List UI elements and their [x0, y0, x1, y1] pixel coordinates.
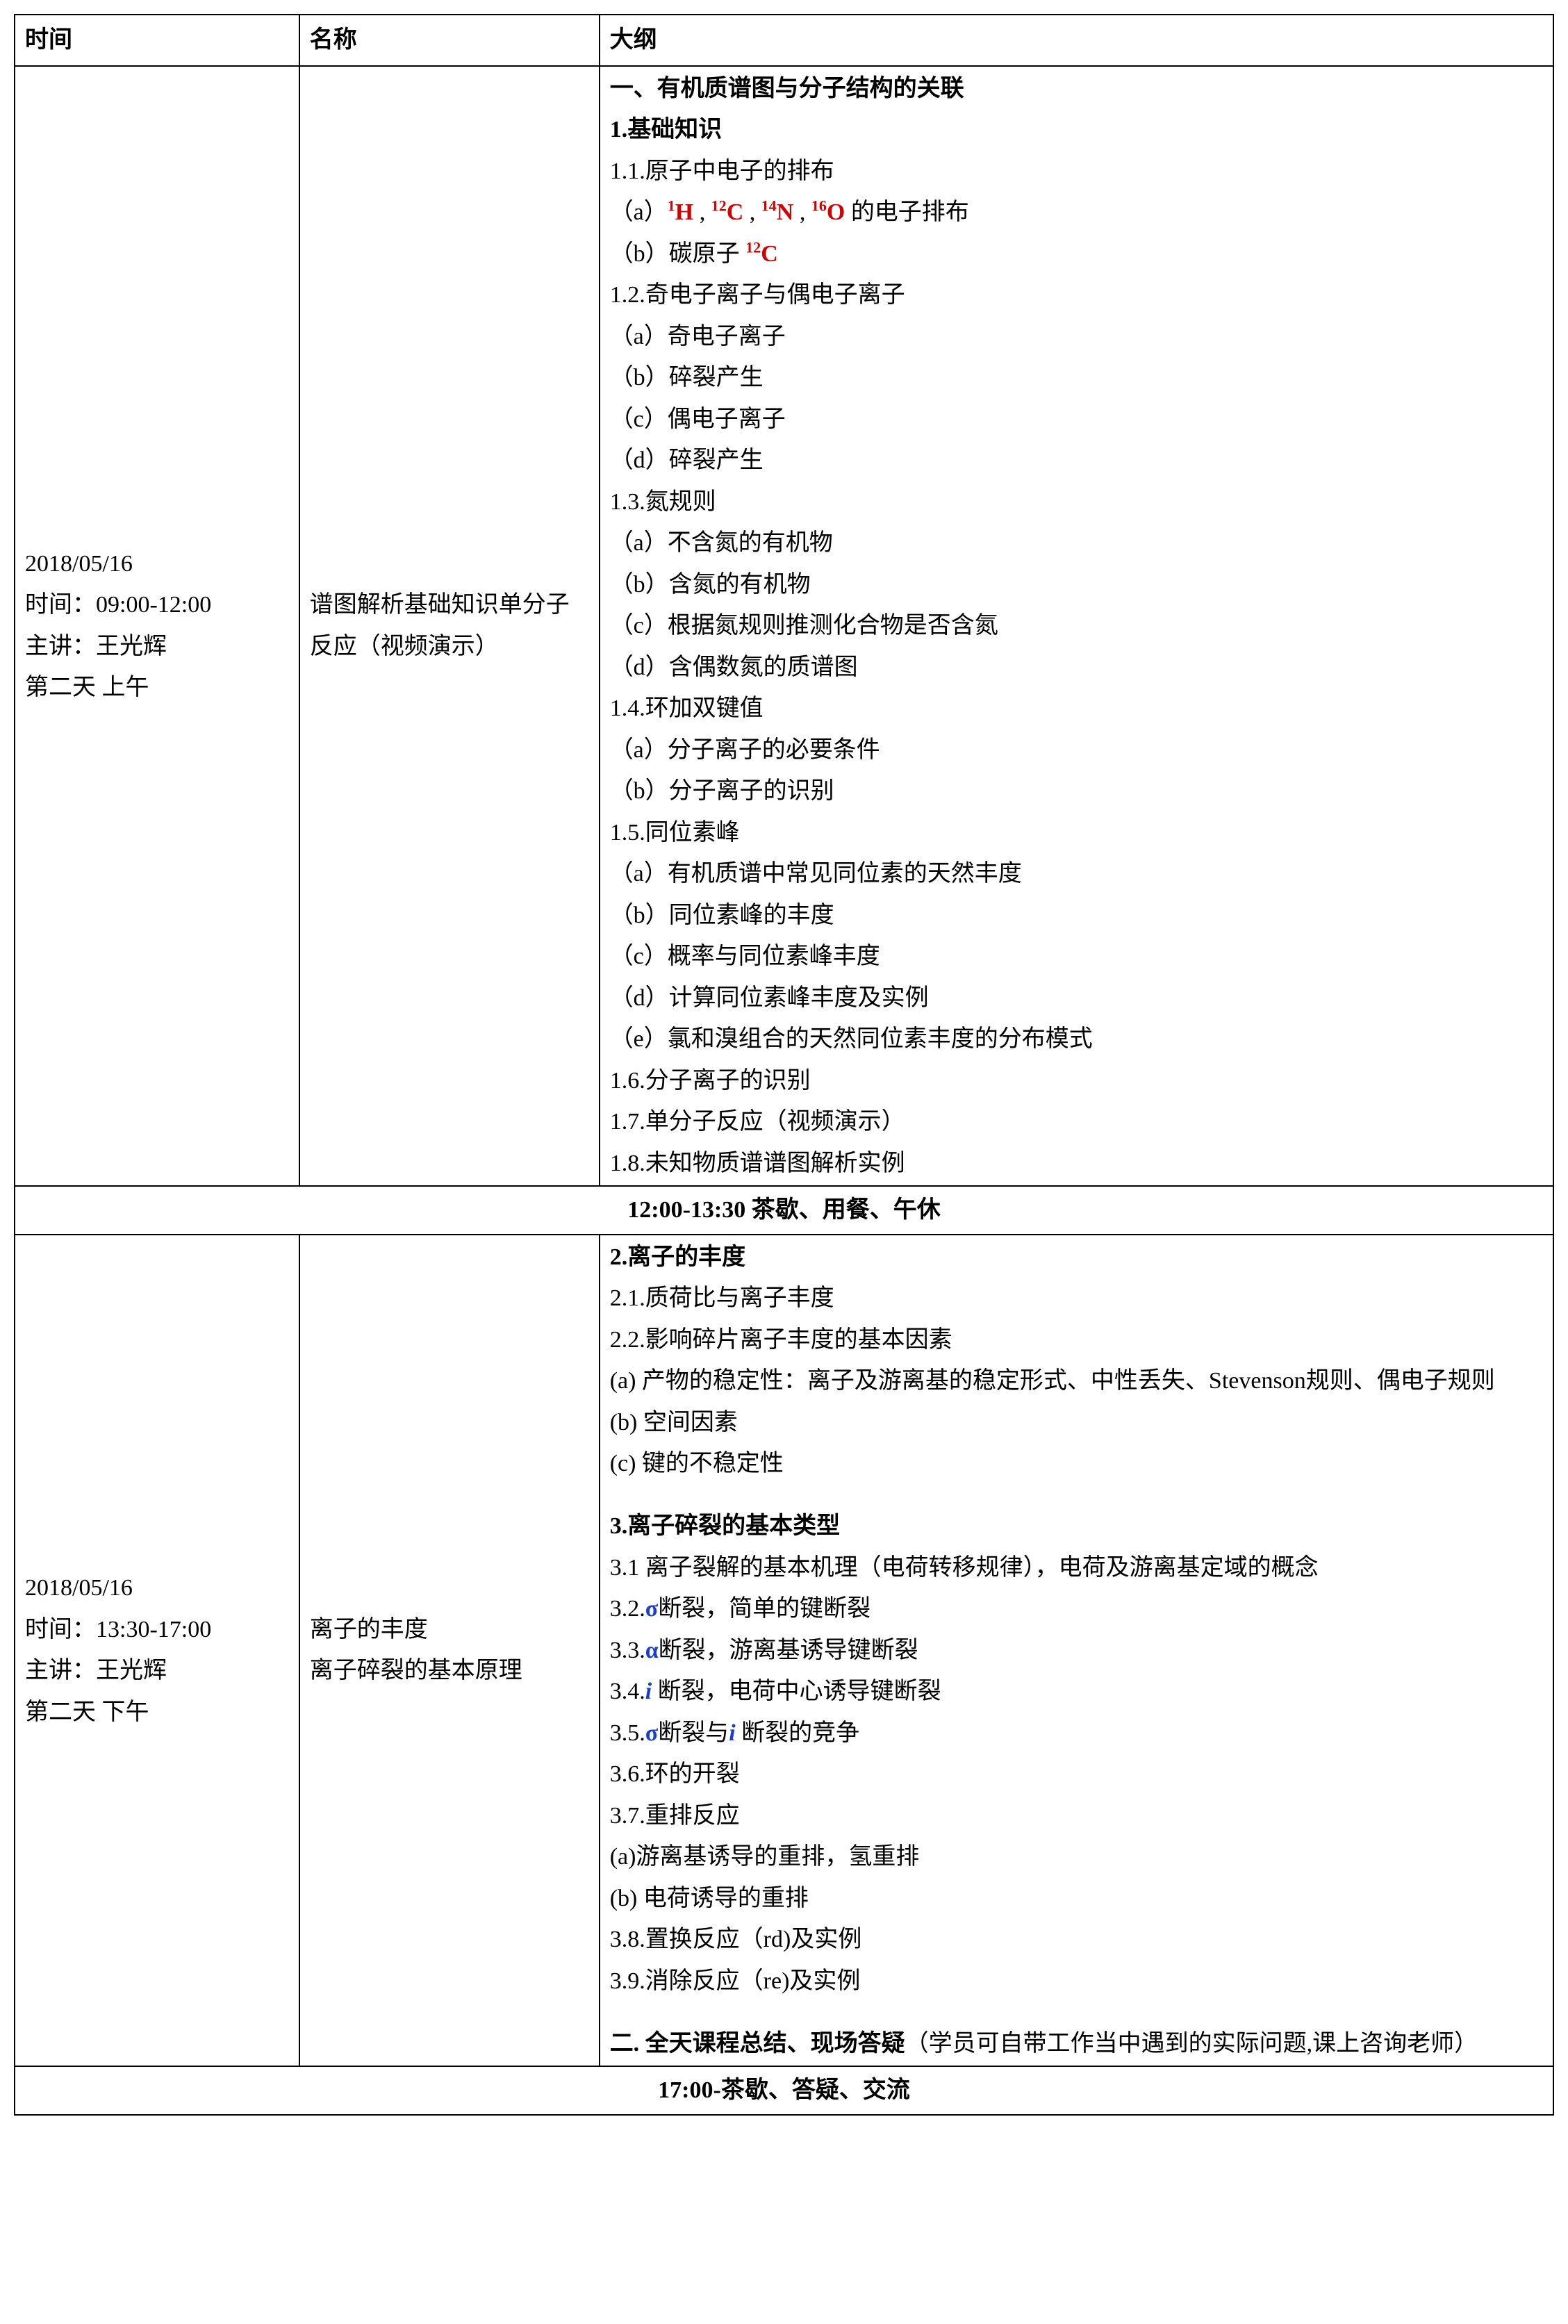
- isotope-c: 12C: [705, 199, 743, 225]
- header-time: 时间: [15, 15, 299, 66]
- isotope-o: 16O: [805, 199, 845, 225]
- outline-line: (a) 产物的稳定性：离子及游离基的稳定形式、中性丢失、Stevenson规则、…: [610, 1360, 1543, 1402]
- day-label: 第二天 上午: [25, 667, 289, 709]
- session-row-afternoon: 2018/05/16 时间：13:30-17:00 主讲：王光辉 第二天 下午 …: [15, 1235, 1553, 2067]
- outline-sec2: 2.离子的丰度: [610, 1237, 1543, 1278]
- outline-line: 3.3.α断裂，游离基诱导键断裂: [610, 1630, 1543, 1672]
- outline-line: 3.8.置换反应（rd)及实例: [610, 1919, 1543, 1961]
- day-label: 第二天 下午: [25, 1692, 289, 1733]
- header-outline: 大纲: [600, 15, 1553, 66]
- outline-line: 1.5.同位素峰: [610, 812, 1543, 854]
- i-symbol: i: [729, 1720, 735, 1746]
- outline-cell: 2.离子的丰度 2.1.质荷比与离子丰度 2.2.影响碎片离子丰度的基本因素 (…: [600, 1235, 1553, 2067]
- outline-line: 3.5.σ断裂与i 断裂的竞争: [610, 1713, 1543, 1754]
- isotope-h: 1H: [668, 199, 693, 225]
- speaker: 主讲：王光辉: [25, 626, 289, 668]
- time-slot: 时间：13:30-17:00: [25, 1609, 289, 1651]
- outline-line: 1.7.单分子反应（视频演示）: [610, 1101, 1543, 1143]
- break-row: 12:00-13:30 茶歇、用餐、午休: [15, 1186, 1553, 1235]
- session-row-morning: 2018/05/16 时间：09:00-12:00 主讲：王光辉 第二天 上午 …: [15, 66, 1553, 1187]
- outline-line: 3.2.σ断裂，简单的键断裂: [610, 1588, 1543, 1630]
- time-cell: 2018/05/16 时间：13:30-17:00 主讲：王光辉 第二天 下午: [15, 1235, 299, 2067]
- outline-line: （a）不含氮的有机物: [610, 522, 1543, 564]
- outline-line: 1.3.氮规则: [610, 481, 1543, 523]
- speaker: 主讲：王光辉: [25, 1650, 289, 1692]
- outline-line: （c）概率与同位素峰丰度: [610, 936, 1543, 978]
- outline-line: 3.7.重排反应: [610, 1795, 1543, 1837]
- outline-line: 1.6.分子离子的识别: [610, 1060, 1543, 1102]
- time-slot: 时间：09:00-12:00: [25, 584, 289, 626]
- outline-line: （a）分子离子的必要条件: [610, 730, 1543, 771]
- outline-line: 2.2.影响碎片离子丰度的基本因素: [610, 1319, 1543, 1361]
- outline-line: （b）含氮的有机物: [610, 564, 1543, 606]
- gap: [610, 2002, 1543, 2023]
- gap: [610, 1485, 1543, 1506]
- outline-line: （b）碳原子 12C: [610, 233, 1543, 275]
- outline-sec1: 1.基础知识: [610, 109, 1543, 151]
- break-row: 17:00-茶歇、答疑、交流: [15, 2066, 1553, 2115]
- outline-line: （a）1H , 12C , 14N , 16O 的电子排布: [610, 192, 1543, 233]
- outline-line: 2.1.质荷比与离子丰度: [610, 1278, 1543, 1319]
- outline-line: （a）有机质谱中常见同位素的天然丰度: [610, 853, 1543, 895]
- isotope-n: 14N: [755, 199, 793, 225]
- outline-line: （c）根据氮规则推测化合物是否含氮: [610, 605, 1543, 647]
- outline-summary: 二. 全天课程总结、现场答疑（学员可自带工作当中遇到的实际问题,课上咨询老师）: [610, 2023, 1543, 2065]
- alpha-symbol: α: [645, 1638, 659, 1663]
- break-text: 17:00-茶歇、答疑、交流: [15, 2066, 1553, 2115]
- outline-line: 3.1 离子裂解的基本机理（电荷转移规律），电荷及游离基定域的概念: [610, 1547, 1543, 1589]
- header-row: 时间 名称 大纲: [15, 15, 1553, 66]
- outline-line: （d）碎裂产生: [610, 440, 1543, 481]
- outline-line: 1.8.未知物质谱谱图解析实例: [610, 1143, 1543, 1185]
- outline-line: 1.1.原子中电子的排布: [610, 151, 1543, 192]
- date: 2018/05/16: [25, 543, 289, 585]
- outline-cell: 一、有机质谱图与分子结构的关联 1.基础知识 1.1.原子中电子的排布 （a）1…: [600, 66, 1553, 1187]
- outline-line: 3.6.环的开裂: [610, 1754, 1543, 1795]
- outline-line: (a)游离基诱导的重排，氢重排: [610, 1836, 1543, 1878]
- outline-line: (c) 键的不稳定性: [610, 1443, 1543, 1485]
- schedule-table: 时间 名称 大纲 2018/05/16 时间：09:00-12:00 主讲：王光…: [14, 14, 1554, 2116]
- time-cell: 2018/05/16 时间：09:00-12:00 主讲：王光辉 第二天 上午: [15, 66, 299, 1187]
- outline-line: （a）奇电子离子: [610, 316, 1543, 358]
- sigma-symbol: σ: [645, 1596, 659, 1622]
- outline-line: 3.4.i 断裂，电荷中心诱导键断裂: [610, 1671, 1543, 1713]
- session-name: 谱图解析基础知识单分子反应（视频演示）: [299, 66, 600, 1187]
- outline-line: （b）同位素峰的丰度: [610, 895, 1543, 937]
- date: 2018/05/16: [25, 1567, 289, 1609]
- outline-line: （e）氯和溴组合的天然同位素丰度的分布模式: [610, 1019, 1543, 1060]
- break-text: 12:00-13:30 茶歇、用餐、午休: [15, 1186, 1553, 1235]
- session-name: 离子的丰度 离子碎裂的基本原理: [299, 1235, 600, 2067]
- outline-sec3: 3.离子碎裂的基本类型: [610, 1506, 1543, 1547]
- isotope-c12: 12C: [745, 241, 778, 267]
- outline-line: （c）偶电子离子: [610, 399, 1543, 440]
- outline-line: 3.9.消除反应（re)及实例: [610, 1961, 1543, 2002]
- outline-line: (b) 电荷诱导的重排: [610, 1878, 1543, 1920]
- outline-line: （d）含偶数氮的质谱图: [610, 647, 1543, 689]
- outline-line: 1.2.奇电子离子与偶电子离子: [610, 274, 1543, 316]
- sigma-symbol: σ: [645, 1720, 659, 1746]
- outline-line: 1.4.环加双键值: [610, 688, 1543, 730]
- outline-line: （d）计算同位素峰丰度及实例: [610, 978, 1543, 1019]
- outline-line: （b）碎裂产生: [610, 357, 1543, 399]
- outline-h1: 一、有机质谱图与分子结构的关联: [610, 68, 1543, 110]
- outline-line: （b）分子离子的识别: [610, 770, 1543, 812]
- i-symbol: i: [645, 1679, 652, 1704]
- header-name: 名称: [299, 15, 600, 66]
- outline-line: (b) 空间因素: [610, 1402, 1543, 1444]
